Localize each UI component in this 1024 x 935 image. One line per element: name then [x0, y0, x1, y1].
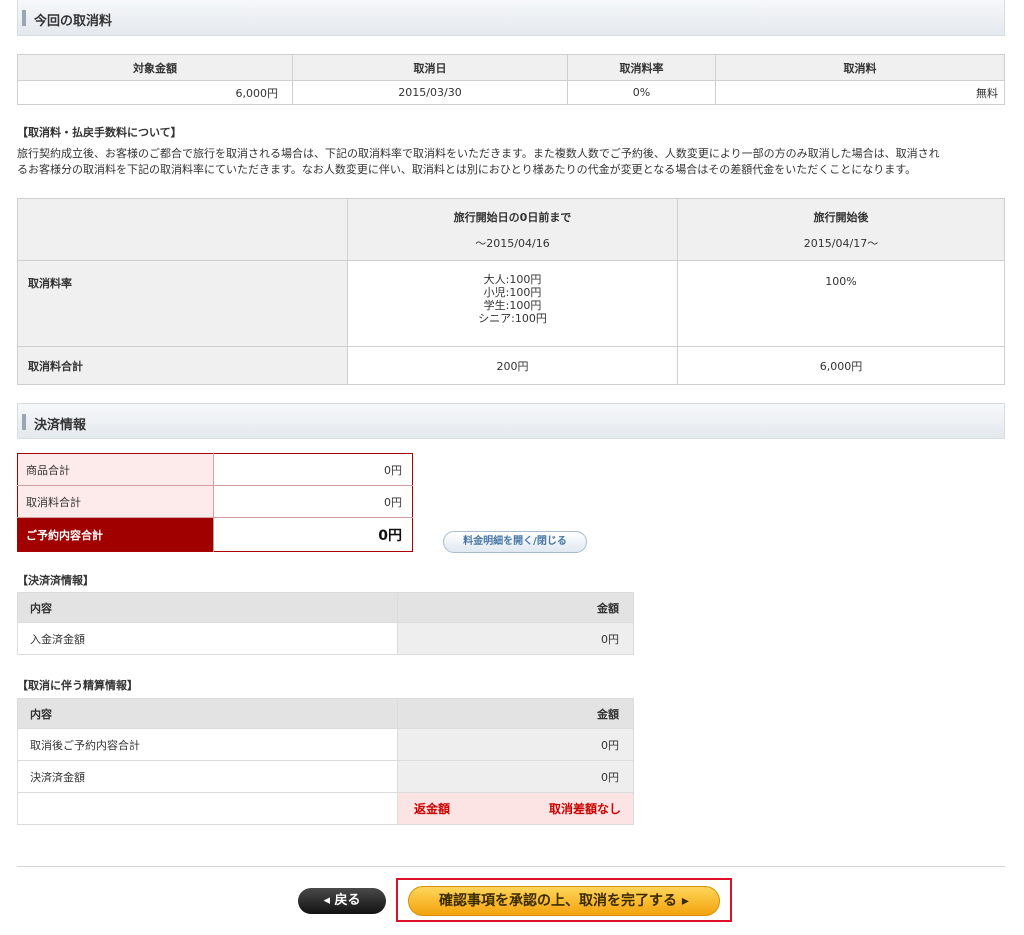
policy-col-after: 旅行開始後 2015/04/17～ — [677, 198, 1005, 261]
footer-divider — [17, 866, 1005, 867]
fee-details-toggle-button[interactable]: 料金明細を開く/閉じる — [443, 531, 587, 553]
payment-row: 商品合計 0円 — [17, 453, 413, 486]
refund-label: 返金額 — [414, 802, 451, 816]
policy-total-after: 6,000円 — [677, 346, 1005, 385]
table-header-row: 対象金額 取消日 取消料率 取消料 — [17, 54, 1005, 81]
section-marker — [22, 414, 26, 430]
refund-value: 取消差額なし — [548, 802, 621, 816]
rate-adult: 大人:100円 — [483, 273, 542, 286]
settled-row-value: 0円 — [397, 622, 634, 655]
policy-col-after-title: 旅行開始後 — [813, 210, 869, 224]
cancel-fee-value: 無料 — [715, 80, 1005, 105]
policy-rate-before: 大人:100円 小児:100円 学生:100円 シニア:100円 — [347, 260, 678, 347]
reservation-total-label: ご予約内容合計 — [17, 517, 214, 552]
table-row: 決済済金額 0円 — [17, 760, 634, 793]
refund-empty-cell — [17, 792, 398, 825]
payment-summary-table: 商品合計 0円 取消料合計 0円 ご予約内容合計 0円 — [17, 453, 413, 552]
policy-corner-cell — [17, 198, 348, 261]
settlement-row-value: 0円 — [397, 728, 634, 761]
policy-rate-label: 取消料率 — [17, 260, 348, 347]
settlement-table: 内容 金額 取消後ご予約内容合計 0円 決済済金額 0円 返金額 取消差額なし — [17, 698, 634, 825]
cancel-policy-table: 旅行開始日の0日前まで ～2015/04/16 旅行開始後 2015/04/17… — [17, 198, 1005, 385]
cancel-date-value: 2015/03/30 — [292, 80, 568, 105]
settlement-col-content: 内容 — [17, 698, 398, 729]
settled-heading: 【決済済情報】 — [17, 574, 94, 587]
rate-child: 小児:100円 — [483, 286, 542, 299]
policy-total-label: 取消料合計 — [17, 346, 348, 385]
policy-rate-after: 100% — [677, 260, 1005, 347]
settlement-header-row: 内容 金額 — [17, 698, 634, 729]
policy-rate-row: 取消料率 大人:100円 小児:100円 学生:100円 シニア:100円 10… — [17, 260, 1005, 347]
reservation-total-value: 0円 — [213, 517, 413, 552]
rate-senior: シニア:100円 — [478, 312, 547, 325]
cancel-section-title: 今回の取消料 — [34, 14, 113, 29]
settled-col-amount: 金額 — [397, 592, 634, 623]
refund-row: 返金額 取消差額なし — [17, 792, 634, 825]
settlement-row-label: 取消後ご予約内容合計 — [17, 728, 398, 761]
table-row: 6,000円 2015/03/30 0% 無料 — [17, 80, 1005, 105]
product-total-label: 商品合計 — [17, 453, 214, 486]
payment-section-title: 決済情報 — [34, 418, 87, 433]
col-cancel-rate: 取消料率 — [567, 54, 716, 81]
fee-note-line: 旅行契約成立後、お客様のご都合で旅行を取消される場合は、下記の取消料率で取消料を… — [17, 147, 940, 160]
product-total-value: 0円 — [213, 453, 413, 486]
table-row: 取消後ご予約内容合計 0円 — [17, 728, 634, 761]
policy-col-before-title: 旅行開始日の0日前まで — [453, 210, 572, 224]
cancel-rate-value: 0% — [567, 80, 716, 105]
section-marker — [22, 10, 26, 26]
back-button[interactable]: ◂ 戻る — [298, 888, 386, 914]
settlement-row-label: 決済済金額 — [17, 760, 398, 793]
policy-total-before: 200円 — [347, 346, 678, 385]
settled-col-content: 内容 — [17, 592, 398, 623]
fee-note-heading: 【取消料・払戻手数料について】 — [17, 126, 182, 139]
settled-table: 内容 金額 入金済金額 0円 — [17, 592, 634, 655]
col-cancel-date: 取消日 — [292, 54, 568, 81]
payment-row: 取消料合計 0円 — [17, 485, 413, 518]
settled-row-label: 入金済金額 — [17, 622, 398, 655]
settlement-row-value: 0円 — [397, 760, 634, 793]
fee-note-line: るお客様分の取消料を下記の取消料率にていただきます。なお人数変更に伴い、取消料と… — [17, 163, 917, 176]
col-target-amount: 対象金額 — [17, 54, 293, 81]
target-amount-value: 6,000円 — [17, 80, 293, 105]
policy-col-before: 旅行開始日の0日前まで ～2015/04/16 — [347, 198, 678, 261]
cancel-total-label: 取消料合計 — [17, 485, 214, 518]
policy-col-before-range: ～2015/04/16 — [475, 236, 550, 250]
cancel-total-value: 0円 — [213, 485, 413, 518]
settlement-col-amount: 金額 — [397, 698, 634, 729]
table-row: 入金済金額 0円 — [17, 622, 634, 655]
policy-col-after-range: 2015/04/17～ — [803, 236, 879, 250]
settled-header-row: 内容 金額 — [17, 592, 634, 623]
cancel-fee-table: 対象金額 取消日 取消料率 取消料 6,000円 2015/03/30 0% 無… — [17, 54, 1005, 105]
settlement-heading: 【取消に伴う精算情報】 — [17, 679, 138, 692]
rate-student: 学生:100円 — [483, 299, 542, 312]
policy-total-row: 取消料合計 200円 6,000円 — [17, 346, 1005, 385]
policy-header-row: 旅行開始日の0日前まで ～2015/04/16 旅行開始後 2015/04/17… — [17, 198, 1005, 261]
payment-row: ご予約内容合計 0円 — [17, 517, 413, 552]
payment-section-header: 決済情報 — [17, 403, 1005, 439]
refund-cell: 返金額 取消差額なし — [397, 792, 634, 825]
fee-note-body: 旅行契約成立後、お客様のご都合で旅行を取消される場合は、下記の取消料率で取消料を… — [17, 146, 1005, 178]
confirm-cancel-button[interactable]: 確認事項を承認の上、取消を完了する ▸ — [408, 886, 720, 916]
cancel-section-header: 今回の取消料 — [17, 0, 1005, 36]
col-cancel-fee: 取消料 — [715, 54, 1005, 81]
